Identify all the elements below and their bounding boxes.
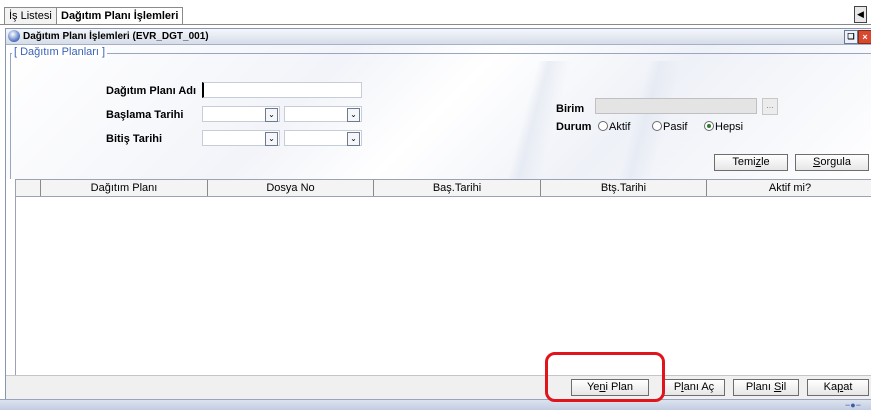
app-icon: [8, 30, 20, 42]
close-label-pre: Ka: [823, 381, 838, 393]
delete-plan-label-post: il: [781, 381, 787, 393]
restore-icon[interactable]: ❏: [844, 30, 858, 44]
delete-plan-button[interactable]: Planı Sil: [733, 379, 799, 396]
close-icon[interactable]: ×: [858, 30, 871, 44]
plan-name-input[interactable]: [202, 82, 362, 98]
plans-table: Dağıtım Planı Dosya No Baş.Tarihi Btş.Ta…: [15, 179, 871, 376]
chevron-down-icon[interactable]: ⌄: [265, 132, 278, 146]
plan-name-label: Dağıtım Planı Adı: [106, 85, 197, 97]
query-button[interactable]: Sorgula: [795, 154, 869, 171]
highlight-annotation: [545, 352, 665, 402]
radio-icon: [598, 121, 608, 131]
window-titlebar: Dağıtım Planı İşlemleri (EVR_DGT_001) ❏ …: [6, 29, 871, 45]
clear-button-label-post: le: [761, 156, 770, 168]
tab-is-listesi[interactable]: İş Listesi: [4, 7, 57, 25]
clear-button[interactable]: Temizle: [714, 154, 788, 171]
unit-label: Birim: [556, 103, 585, 115]
status-radio-hepsi[interactable]: Hepsi: [704, 121, 743, 133]
table-header: Dağıtım Planı Dosya No Baş.Tarihi Btş.Ta…: [16, 180, 871, 197]
open-plan-button[interactable]: Planı Aç: [663, 379, 725, 396]
unit-input[interactable]: [595, 98, 757, 114]
close-label-post: at: [843, 381, 853, 393]
radio-selected-icon: [704, 121, 714, 131]
close-button[interactable]: Kapat: [807, 379, 869, 396]
column-header-plan[interactable]: Dağıtım Planı: [41, 180, 208, 196]
open-plan-label-post: anı Aç: [683, 381, 715, 393]
end-date-label: Bitiş Tarihi: [106, 133, 163, 145]
column-header-file-no[interactable]: Dosya No: [208, 180, 374, 196]
tab-scroll-left-icon[interactable]: ◀: [854, 6, 867, 23]
window-title: Dağıtım Planı İşlemleri (EVR_DGT_001): [23, 31, 209, 42]
tab-bar-divider: [0, 24, 871, 25]
tab-bar: İş Listesi Dağıtım Planı İşlemleri ◀: [0, 0, 871, 26]
query-button-label-post: orgula: [820, 156, 851, 168]
end-date-day-select[interactable]: ⌄: [202, 130, 280, 146]
filter-panel: [ Dağıtım Planları ] Dağıtım Planı Adı B…: [6, 45, 871, 195]
form-window: Dağıtım Planı İşlemleri (EVR_DGT_001) ❏ …: [5, 28, 871, 400]
start-date-day-select[interactable]: ⌄: [202, 106, 280, 122]
chevron-down-icon[interactable]: ⌄: [265, 108, 278, 122]
status-radio-hepsi-label: Hepsi: [715, 121, 744, 133]
status-bar: −●−: [0, 399, 871, 410]
delete-plan-label-pre: Planı: [745, 381, 774, 393]
column-header-end-date[interactable]: Btş.Tarihi: [541, 180, 707, 196]
radio-icon: [652, 121, 662, 131]
status-label: Durum: [556, 121, 592, 133]
status-radio-pasif-label: Pasif: [663, 121, 688, 133]
status-radio-aktif[interactable]: Aktif: [598, 121, 630, 133]
status-radio-aktif-label: Aktif: [609, 121, 631, 133]
status-radio-pasif[interactable]: Pasif: [652, 121, 687, 133]
fieldset-legend: [ Dağıtım Planları ]: [12, 46, 108, 58]
action-bar: Yeni Plan Planı Aç Planı Sil Kapat: [6, 375, 871, 399]
clear-button-label-pre: Temi: [732, 156, 756, 168]
start-date-month-select[interactable]: ⌄: [284, 106, 362, 122]
end-date-month-select[interactable]: ⌄: [284, 130, 362, 146]
start-date-label: Başlama Tarihi: [106, 109, 184, 121]
chevron-down-icon[interactable]: ⌄: [347, 132, 360, 146]
chevron-down-icon[interactable]: ⌄: [347, 108, 360, 122]
unit-lookup-button[interactable]: ...: [762, 98, 778, 115]
column-header-active[interactable]: Aktif mi?: [707, 180, 871, 196]
column-header-start-date[interactable]: Baş.Tarihi: [374, 180, 541, 196]
tab-dagitim-plani-islemleri[interactable]: Dağıtım Planı İşlemleri: [56, 7, 184, 25]
row-selector-header[interactable]: [16, 180, 41, 196]
